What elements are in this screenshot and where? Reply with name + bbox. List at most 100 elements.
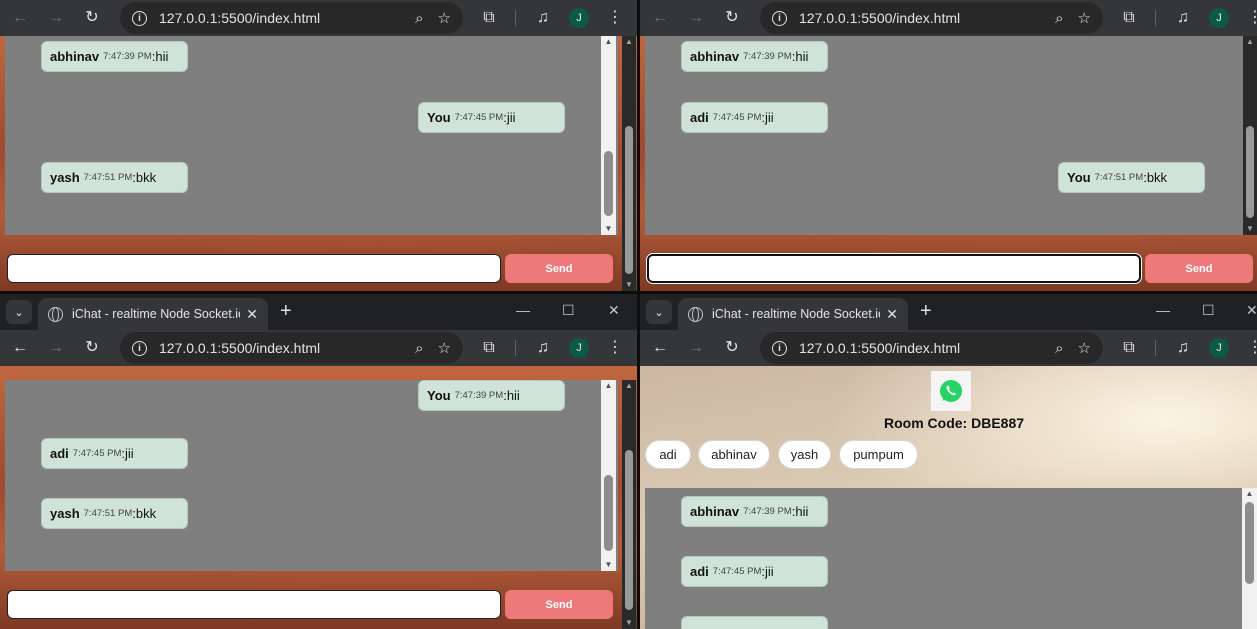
scroll-up-arrow[interactable]: ▲ [1242,488,1257,500]
back-arrow-icon[interactable]: ← [9,7,31,29]
globe-icon [688,306,703,322]
site-info-icon[interactable]: i [132,340,147,356]
message-time: 7:47:45 PM [712,112,762,123]
kebab-menu-icon[interactable]: ⋮ [604,7,626,29]
extensions-puzzle-icon[interactable]: ⧉ [1118,7,1140,29]
message-scrollbar[interactable]: ▲ ▼ [601,380,616,571]
maximize-icon[interactable]: ☐ [1202,302,1215,319]
forward-arrow-icon[interactable]: → [45,337,67,359]
back-arrow-icon[interactable]: ← [9,337,31,359]
user-pill[interactable]: pumpum [839,440,918,469]
browser-window-bottom-left: ⌄ iChat - realtime Node Socket.io ✕ + — … [0,294,637,629]
reload-icon[interactable]: ↻ [81,7,103,29]
extensions-puzzle-icon[interactable]: ⧉ [1118,337,1140,359]
tab-strip: ⌄ iChat - realtime Node Socket.io ✕ + — … [0,294,637,330]
extensions-puzzle-icon[interactable]: ⧉ [478,7,500,29]
reload-icon[interactable]: ↻ [721,337,743,359]
kebab-menu-icon[interactable]: ⋮ [1244,337,1257,359]
tab-close-icon[interactable]: ✕ [246,306,258,323]
zoom-icon[interactable]: ⌕ [415,10,423,27]
extensions-puzzle-icon[interactable]: ⧉ [478,337,500,359]
page-scrollbar[interactable]: ▲ ▼ [622,36,636,291]
bookmark-star-icon[interactable]: ☆ [438,9,451,27]
scroll-up-arrow[interactable]: ▲ [601,36,616,48]
tab-close-icon[interactable]: ✕ [886,306,898,323]
page-scrollbar[interactable]: ▲ ▼ [622,380,636,629]
send-button[interactable]: Send [1145,254,1253,283]
scroll-down-arrow[interactable]: ▼ [622,279,636,291]
forward-arrow-icon[interactable]: → [685,7,707,29]
maximize-icon[interactable]: ☐ [562,302,575,319]
message-input[interactable] [647,254,1141,283]
zoom-icon[interactable]: ⌕ [415,340,423,357]
tab-search-chevron-icon[interactable]: ⌄ [646,300,672,324]
user-pill[interactable]: abhinav [698,440,770,469]
minimize-icon[interactable]: — [1156,302,1170,318]
message-sender: abhinav [50,49,100,64]
browser-tab[interactable]: iChat - realtime Node Socket.io ✕ [38,298,268,330]
bookmark-star-icon[interactable]: ☆ [1078,339,1091,357]
bookmark-star-icon[interactable]: ☆ [438,339,451,357]
scroll-thumb[interactable] [625,126,633,274]
message-scrollbar[interactable]: ▲ ▼ [1243,36,1257,235]
media-controls-icon[interactable]: ♫ [532,337,554,359]
send-button[interactable]: Send [505,254,613,283]
profile-avatar[interactable]: J [1209,8,1229,28]
scroll-thumb[interactable] [1246,126,1254,218]
scroll-thumb[interactable] [625,450,633,610]
profile-avatar[interactable]: J [1209,338,1229,358]
message-scrollbar[interactable]: ▲ [1242,488,1257,629]
address-bar[interactable]: i 127.0.0.1:5500/index.html ⌕ ☆ [760,2,1103,34]
message-scrollbar[interactable]: ▲ ▼ [601,36,616,235]
scroll-down-arrow[interactable]: ▼ [601,559,616,571]
message-input[interactable] [7,590,501,619]
address-bar[interactable]: i 127.0.0.1:5500/index.html ⌕ ☆ [760,332,1103,364]
message-input[interactable] [7,254,501,283]
scroll-up-arrow[interactable]: ▲ [622,380,636,392]
media-controls-icon[interactable]: ♫ [1172,7,1194,29]
forward-arrow-icon[interactable]: → [45,7,67,29]
close-window-icon[interactable]: ✕ [608,302,620,319]
bookmark-star-icon[interactable]: ☆ [1078,9,1091,27]
kebab-menu-icon[interactable]: ⋮ [604,337,626,359]
site-info-icon[interactable]: i [772,340,787,356]
profile-avatar[interactable]: J [569,8,589,28]
back-arrow-icon[interactable]: ← [649,7,671,29]
media-controls-icon[interactable]: ♫ [1172,337,1194,359]
message-right: You 7:47:39 PM: hii [418,380,565,411]
close-window-icon[interactable]: ✕ [1246,302,1257,319]
scroll-up-arrow[interactable]: ▲ [601,380,616,392]
send-button[interactable]: Send [505,590,613,619]
media-controls-icon[interactable]: ♫ [532,7,554,29]
user-pill[interactable]: adi [645,440,691,469]
profile-avatar[interactable]: J [569,338,589,358]
scroll-thumb[interactable] [1245,502,1254,584]
address-bar[interactable]: i 127.0.0.1:5500/index.html ⌕ ☆ [120,2,463,34]
message-sender: You [1067,170,1091,185]
scroll-up-arrow[interactable]: ▲ [1243,36,1257,48]
reload-icon[interactable]: ↻ [81,337,103,359]
address-bar[interactable]: i 127.0.0.1:5500/index.html ⌕ ☆ [120,332,463,364]
back-arrow-icon[interactable]: ← [649,337,671,359]
minimize-icon[interactable]: — [516,302,530,318]
reload-icon[interactable]: ↻ [721,7,743,29]
new-tab-plus-icon[interactable]: + [920,300,932,322]
scroll-down-arrow[interactable]: ▼ [622,617,636,629]
message-sender: yash [50,170,80,185]
site-info-icon[interactable]: i [132,10,147,26]
scroll-thumb[interactable] [604,475,613,551]
browser-toolbar: ← → ↻ i 127.0.0.1:5500/index.html ⌕ ☆ ⧉ … [0,0,637,36]
zoom-icon[interactable]: ⌕ [1055,10,1063,27]
new-tab-plus-icon[interactable]: + [280,300,292,322]
browser-tab[interactable]: iChat - realtime Node Socket.io ✕ [678,298,908,330]
scroll-up-arrow[interactable]: ▲ [622,36,636,48]
scroll-thumb[interactable] [604,151,613,216]
user-pill[interactable]: yash [778,440,831,469]
kebab-menu-icon[interactable]: ⋮ [1244,7,1257,29]
tab-search-chevron-icon[interactable]: ⌄ [6,300,32,324]
site-info-icon[interactable]: i [772,10,787,26]
forward-arrow-icon[interactable]: → [685,337,707,359]
zoom-icon[interactable]: ⌕ [1055,340,1063,357]
scroll-down-arrow[interactable]: ▼ [601,223,616,235]
scroll-down-arrow[interactable]: ▼ [1243,223,1257,235]
